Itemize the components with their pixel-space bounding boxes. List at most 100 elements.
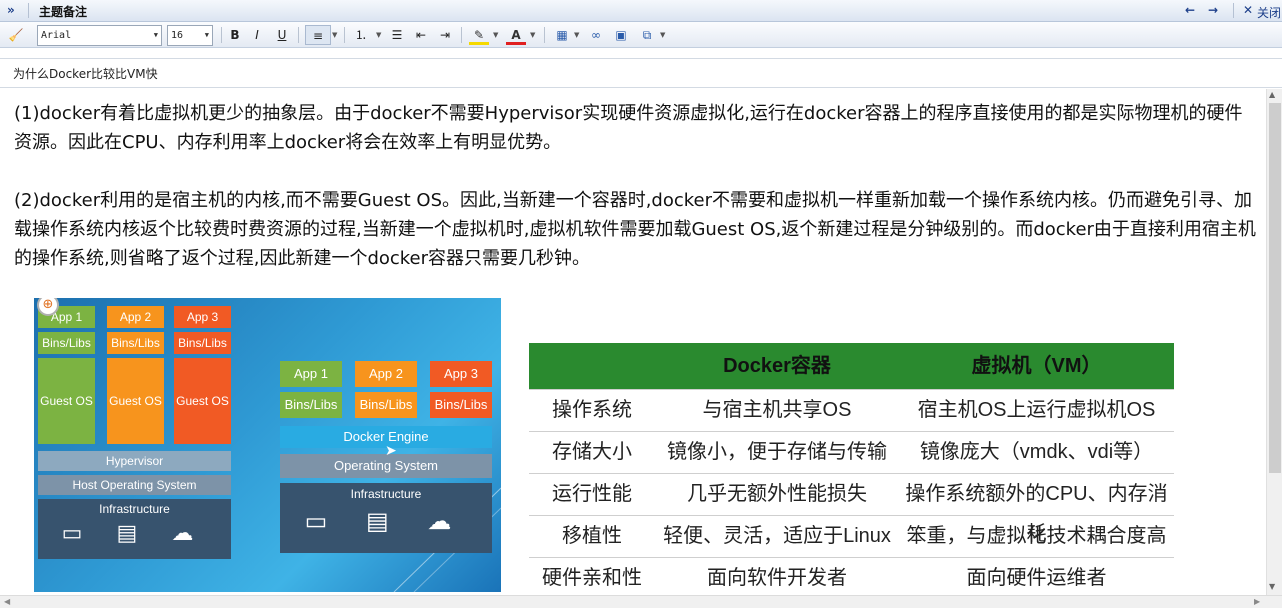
close-icon[interactable]: ✕ [1243, 3, 1253, 17]
table-row: 运行性能 几乎无额外性能损失 操作系统额外的CPU、内存消耗 [529, 473, 1174, 545]
chevron-down-icon[interactable]: ▼ [332, 31, 337, 39]
vm-infra-label: Infrastructure [99, 502, 170, 516]
table-cell: 面向软件开发者 [707, 567, 847, 589]
chevron-down-icon[interactable]: ▼ [660, 31, 665, 39]
table-row: 移植性 轻便、灵活，适应于Linux 笨重，与虚拟化技术耦合度高 [529, 515, 1174, 557]
subject-text: 为什么Docker比较比VM快 [13, 67, 158, 81]
scroll-down-icon[interactable]: ▼ [1269, 582, 1275, 591]
vm-app-3: App 3 [174, 306, 231, 328]
table-cell: 面向硬件运维者 [966, 567, 1107, 589]
insert-object-icon[interactable]: ⧉ [638, 25, 656, 45]
font-color-icon[interactable]: A [506, 25, 526, 45]
table-row: 硬件亲和性 面向软件开发者 面向硬件运维者 [529, 557, 1174, 599]
horizontal-scrollbar[interactable]: ◀ ▶ [0, 595, 1282, 608]
hardware-icons: ▭ ▤ ☁ [61, 520, 208, 545]
paragraph-2: (2)docker利用的是宿主机的内核,而不需要Guest OS。因此,当新建一… [14, 190, 1256, 269]
underline-button[interactable]: U [275, 25, 289, 45]
docker-libs-1: Bins/Libs [280, 392, 342, 418]
table-icon[interactable]: ▦ [553, 25, 571, 45]
italic-button[interactable]: I [250, 25, 264, 45]
vm-hypervisor: Hypervisor [38, 451, 231, 471]
toolbar-separator [221, 27, 222, 43]
docker-app-1: App 1 [280, 361, 342, 387]
table-row: 操作系统 与宿主机共享OS 宿主机OS上运行虚拟机OS [529, 389, 1174, 431]
font-size-select[interactable]: 16 ▼ [167, 25, 213, 46]
docker-libs-2: Bins/Libs [355, 392, 417, 418]
close-label[interactable]: 关闭 [1257, 4, 1281, 21]
font-family-select[interactable]: Arial ▼ [37, 25, 162, 46]
toolbar-separator [344, 27, 345, 43]
scroll-right-icon[interactable]: ▶ [1254, 597, 1260, 606]
table-cell: 几乎无额外性能损失 [687, 483, 867, 505]
scroll-up-icon[interactable]: ▲ [1269, 90, 1275, 99]
scrollbar-thumb[interactable] [1269, 103, 1281, 473]
clear-format-icon[interactable]: 🧹 [7, 25, 25, 45]
toolbar-separator [461, 27, 462, 43]
table-cell: 镜像庞大（vmdk、vdi等） [919, 441, 1154, 463]
table-cell: 操作系统 [552, 399, 632, 421]
vm-vs-docker-diagram: App 1 App 2 App 3 Bins/Libs Bins/Libs Bi… [34, 298, 501, 592]
vm-infrastructure: Infrastructure ▭ ▤ ☁ [38, 499, 231, 559]
vm-guest-os-1: Guest OS [38, 358, 95, 444]
docker-app-2: App 2 [355, 361, 417, 387]
note-editor-window: » 主题备注 ← → ✕ 关闭 🧹 Arial ▼ 16 ▼ B I U ≡ ▼ ⒈… [0, 0, 1282, 608]
image-icon[interactable]: ▣ [612, 25, 630, 45]
table-cell: 移植性 [562, 525, 622, 547]
numbered-list-icon[interactable]: ⒈ [352, 25, 370, 45]
mouse-cursor-icon: ➤ [385, 443, 397, 459]
table-cell: 操作系统额外的CPU、内存消耗 [905, 483, 1168, 545]
formatting-toolbar: 🧹 Arial ▼ 16 ▼ B I U ≡ ▼ ⒈ ▼ ☰ ⇤ ⇥ ✎ ▼ A ▼… [0, 22, 1282, 48]
table-header-cell [529, 343, 655, 389]
window-title: 主题备注 [39, 5, 88, 19]
highlight-color-icon[interactable]: ✎ [469, 25, 489, 45]
docker-infrastructure: Infrastructure ▭ ▤ ☁ [280, 483, 492, 553]
table-cell: 笨重，与虚拟化技术耦合度高 [906, 525, 1167, 547]
align-left-button[interactable]: ≡ [305, 25, 331, 45]
divider [1233, 3, 1234, 18]
table-cell: 运行性能 [552, 483, 632, 505]
subject-field[interactable]: 为什么Docker比较比VM快 [0, 58, 1282, 88]
paragraph-1: (1)docker有着比虚拟机更少的抽象层。由于docker不需要Hypervi… [14, 103, 1243, 153]
font-size-value: 16 [171, 30, 184, 41]
indent-icon[interactable]: ⇥ [436, 25, 454, 45]
toolbar-separator [298, 27, 299, 43]
chevron-down-icon: ▼ [204, 31, 209, 39]
docker-infra-label: Infrastructure [350, 487, 422, 501]
vertical-scrollbar[interactable]: ▲ ▼ [1266, 89, 1282, 595]
table-cell: 硬件亲和性 [542, 567, 642, 589]
docker-app-3: App 3 [430, 361, 492, 387]
table-cell: 轻便、灵活，适应于Linux [663, 525, 891, 547]
hardware-icons: ▭ ▤ ☁ [304, 508, 468, 535]
link-icon[interactable]: ∞ [587, 25, 605, 45]
vm-libs-1: Bins/Libs [38, 332, 95, 354]
table-header-cell: Docker容器 [723, 355, 831, 377]
title-bar: » 主题备注 ← → ✕ 关闭 [0, 0, 1282, 22]
docker-libs-3: Bins/Libs [430, 392, 492, 418]
forward-arrow-icon[interactable]: → [1208, 3, 1218, 17]
chevron-down-icon[interactable]: ▼ [574, 31, 579, 39]
vm-guest-os-2: Guest OS [107, 358, 164, 444]
chevron-down-icon[interactable]: ▼ [530, 31, 535, 39]
back-arrow-icon[interactable]: ← [1185, 3, 1195, 17]
chevron-down-icon: ▼ [153, 31, 158, 39]
vm-guest-os-3: Guest OS [174, 358, 231, 444]
bold-button[interactable]: B [227, 25, 243, 45]
toolbar-separator [544, 27, 545, 43]
font-family-value: Arial [41, 30, 72, 41]
table-cell: 宿主机OS上运行虚拟机OS [917, 399, 1156, 421]
vm-libs-2: Bins/Libs [107, 332, 164, 354]
bullet-list-icon[interactable]: ☰ [388, 25, 406, 45]
vm-libs-3: Bins/Libs [174, 332, 231, 354]
chevron-down-icon[interactable]: ▼ [493, 31, 498, 39]
expand-icon[interactable]: » [7, 3, 15, 17]
table-cell: 存储大小 [552, 441, 632, 463]
vm-host-os: Host Operating System [38, 475, 231, 495]
chevron-down-icon[interactable]: ▼ [376, 31, 381, 39]
scroll-left-icon[interactable]: ◀ [4, 597, 10, 606]
table-header-cell: 虚拟机（VM） [971, 355, 1102, 377]
table-cell: 镜像小，便于存储与传输 [667, 441, 887, 463]
outdent-icon[interactable]: ⇤ [412, 25, 430, 45]
comparison-table-image: Docker容器 虚拟机（VM） 操作系统 与宿主机共享OS 宿主机OS上运行虚拟机… [529, 343, 1174, 593]
vm-app-2: App 2 [107, 306, 164, 328]
